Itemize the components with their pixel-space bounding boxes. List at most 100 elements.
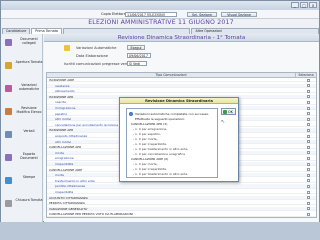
window-controls: _ □ x (291, 2, 317, 8)
table-row[interactable]: CANCELLAZIONE PER PERDITA VOTO DA ELABOR… (47, 212, 316, 217)
row-checkbox[interactable] (307, 196, 310, 200)
row-label: trasferimento in altro ente (55, 178, 95, 183)
row-label: perdita cittadinanza (55, 184, 86, 189)
export-icon (5, 154, 12, 161)
previous-registrations-select[interactable]: Si Vedi (127, 61, 147, 66)
open-icon (5, 62, 12, 69)
document-icon (5, 39, 12, 46)
dialog-line: Variazioni automatiche completate con su… (135, 112, 210, 116)
cursor-icon: ↖ (221, 119, 226, 125)
close-session-icon (5, 200, 12, 207)
row-label: acquisto cittadinanza (55, 134, 88, 138)
edit-icon (5, 108, 12, 115)
row-checkbox[interactable] (307, 117, 310, 121)
row-checkbox[interactable] (307, 179, 310, 183)
row-checkbox[interactable] (307, 100, 310, 104)
dialog-line: - n. 0 per trasferimento in altro ente (133, 172, 188, 176)
view-section-button[interactable]: Visual Sezione (221, 12, 257, 17)
sidebar-item-apertura[interactable]: Apertura Tornata (3, 60, 43, 74)
row-label: altri motivi (55, 117, 72, 122)
row-checkbox[interactable] (307, 84, 310, 88)
consult-select[interactable]: 11/06/2017 [ELEZIONI] (125, 12, 177, 17)
dialog-line: - n. 0 per emigrazione, (133, 127, 168, 131)
row-checkbox[interactable] (307, 89, 310, 93)
row-checkbox[interactable] (307, 168, 310, 172)
sidebar-item-chiusura[interactable]: Chiusura Tornata (3, 198, 43, 212)
ok-button[interactable]: OK (221, 108, 236, 115)
row-checkbox[interactable] (307, 156, 310, 160)
dialog-title: Revisione Dinamica Straordinaria (120, 98, 238, 104)
dialog-line: CANCELLAZIONI AIRE (0) (131, 157, 169, 161)
sidebar-item-label: Chiusura Tornata (15, 198, 43, 202)
row-checkbox[interactable] (307, 162, 310, 166)
row-label: ACQUISTO CITTADINANZA (49, 195, 88, 200)
table-row[interactable]: ISCRIZIONE AIRE (47, 78, 316, 83)
sidebar-item-revisione[interactable]: Revisione Modifica Elenco (3, 106, 43, 120)
table-row[interactable]: perdita cittadinanza (47, 184, 316, 189)
row-checkbox[interactable] (307, 128, 310, 132)
execute-button[interactable]: Esegui (127, 45, 145, 50)
select-section-button[interactable]: Sel. Sezione (187, 12, 217, 17)
row-checkbox[interactable] (307, 95, 310, 99)
row-label: CANCELLAZIONE AIRE (49, 167, 83, 172)
wand-icon (64, 45, 70, 51)
sidebar-item-label: Documenti collegati (20, 37, 38, 45)
minimize-icon[interactable]: _ (291, 2, 299, 8)
report-icon (5, 131, 12, 138)
info-icon: i (129, 112, 133, 116)
row-checkbox[interactable] (307, 123, 310, 127)
row-checkbox[interactable] (307, 190, 310, 194)
row-checkbox[interactable] (307, 112, 310, 116)
row-checkbox[interactable] (307, 173, 310, 177)
row-label: cancellazione per annullamento iscrizion… (55, 122, 119, 127)
row-checkbox[interactable] (307, 78, 310, 82)
check-icon (223, 110, 227, 114)
row-checkbox[interactable] (307, 106, 310, 110)
row-label: CANCELLAZIONE APR (49, 145, 82, 150)
dialog-line: - n. 0 per cancellazione anagrafica (133, 152, 185, 156)
row-checkbox[interactable] (307, 207, 310, 211)
sidebar-item-label: Apertura Tornata (15, 60, 43, 64)
table-row[interactable]: PERDITA CITTADINANZA (47, 201, 316, 206)
table-row[interactable]: residenza (47, 83, 316, 88)
row-label: irreperibilita (55, 190, 74, 194)
row-checkbox[interactable] (307, 201, 310, 205)
table-row[interactable]: irreperibilita (47, 190, 316, 195)
table-row[interactable]: ACQUISTO CITTADINANZA (47, 195, 316, 200)
ok-label: OK (228, 110, 233, 114)
close-icon[interactable]: x (309, 2, 317, 8)
main-panel: Revisione Dinamica Straordinaria - 1° To… (44, 34, 319, 222)
processing-date-field[interactable]: 09/06/2017 (127, 53, 151, 58)
sidebar: Documenti collegati Apertura Tornata Var… (1, 34, 43, 222)
title-bar: _ □ x (1, 1, 319, 10)
row-label: emigrazione (55, 156, 74, 161)
row-checkbox[interactable] (307, 140, 310, 144)
table-row[interactable]: allineamento (47, 89, 316, 94)
election-banner: ELEZIONI AMMINISTRATIVE 11 GIUGNO 2017 (88, 19, 234, 26)
result-dialog: Revisione Dinamica Straordinaria i Varia… (119, 97, 239, 182)
sidebar-item-variazioni[interactable]: Variazioni automatiche (3, 83, 43, 97)
row-checkbox[interactable] (307, 184, 310, 188)
sidebar-item-documenti[interactable]: Documenti collegati (3, 37, 43, 51)
toolbar: Copia Elettorale 11/06/2017 [ELEZIONI] S… (1, 10, 319, 19)
row-label: ISCRIZIONE APR (49, 128, 74, 133)
dialog-line: - n. 0 per irreperibilita, (133, 142, 167, 146)
sidebar-item-esporta[interactable]: Esporta Documenti (3, 152, 43, 166)
row-checkbox[interactable] (307, 151, 310, 155)
sidebar-item-stampe[interactable]: Stampe (3, 175, 43, 189)
row-label: morte (55, 173, 65, 178)
row-checkbox[interactable] (307, 145, 310, 149)
dialog-line: CANCELLAZIONI APR (3) (131, 122, 168, 126)
sidebar-item-label: Esporta Documenti (20, 152, 38, 160)
auto-variations-label: Variazioni Automatiche (76, 46, 117, 50)
processing-date-label: Data Elaborazione (76, 54, 109, 58)
dialog-line: - n. 0 per espatrio, (133, 132, 161, 136)
dialog-line: Effettuate le seguenti operazioni: (135, 117, 186, 121)
table-row[interactable]: VARIAZIONE GENERALITA' (47, 206, 316, 212)
row-checkbox[interactable] (307, 134, 310, 138)
row-label: espatrio (55, 111, 68, 116)
auto-icon (5, 85, 12, 92)
sidebar-item-verbali[interactable]: Verbali (3, 129, 43, 143)
row-checkbox[interactable] (307, 212, 310, 216)
maximize-icon[interactable]: □ (300, 2, 308, 8)
